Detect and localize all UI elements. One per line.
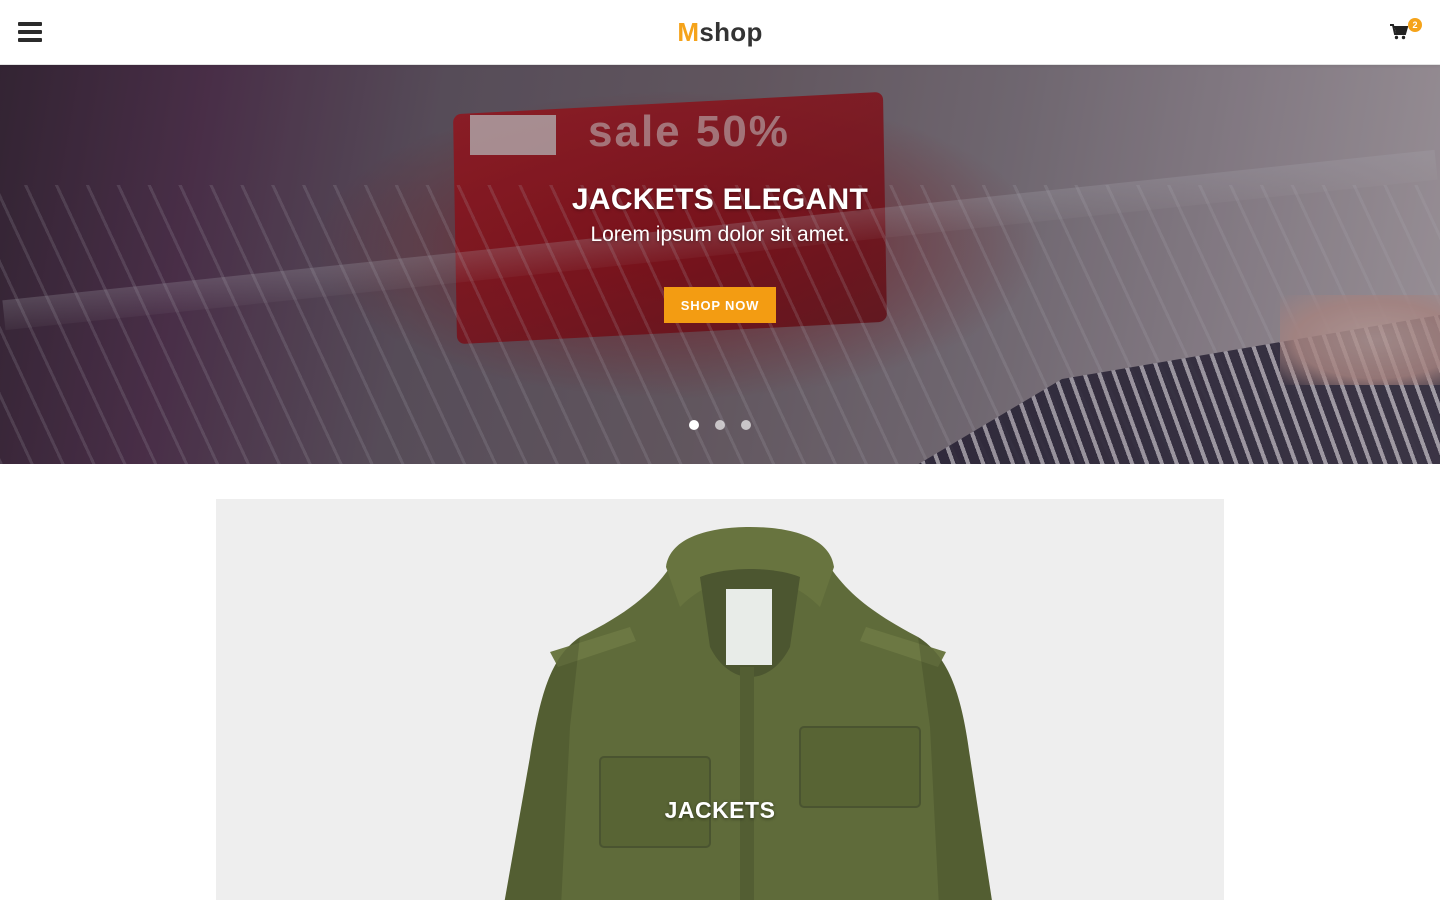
carousel-dot-1[interactable] xyxy=(689,420,699,430)
logo-letter: M xyxy=(677,17,700,47)
cart-count-badge: 2 xyxy=(1408,18,1422,32)
carousel-dot-2[interactable] xyxy=(715,420,725,430)
hero-carousel: sale 50% JACKETS ELEGANT Lorem ipsum dol… xyxy=(0,65,1440,464)
hero-subtitle: Lorem ipsum dolor sit amet. xyxy=(590,223,850,246)
site-header: Mshop 2 xyxy=(0,0,1440,65)
shop-now-button[interactable]: SHOP NOW xyxy=(664,287,776,323)
shopping-cart-icon[interactable] xyxy=(1390,24,1410,42)
hero-overlay xyxy=(0,65,1440,464)
carousel-indicators xyxy=(0,420,1440,430)
category-card-jackets[interactable]: JACKETS xyxy=(216,499,1224,900)
logo-text: shop xyxy=(699,17,763,47)
jacket-image xyxy=(504,527,992,900)
hero-title: JACKETS ELEGANT xyxy=(571,183,869,216)
category-label: JACKETS xyxy=(664,797,776,823)
carousel-dot-3[interactable] xyxy=(741,420,751,430)
site-logo[interactable]: Mshop xyxy=(0,16,1440,48)
